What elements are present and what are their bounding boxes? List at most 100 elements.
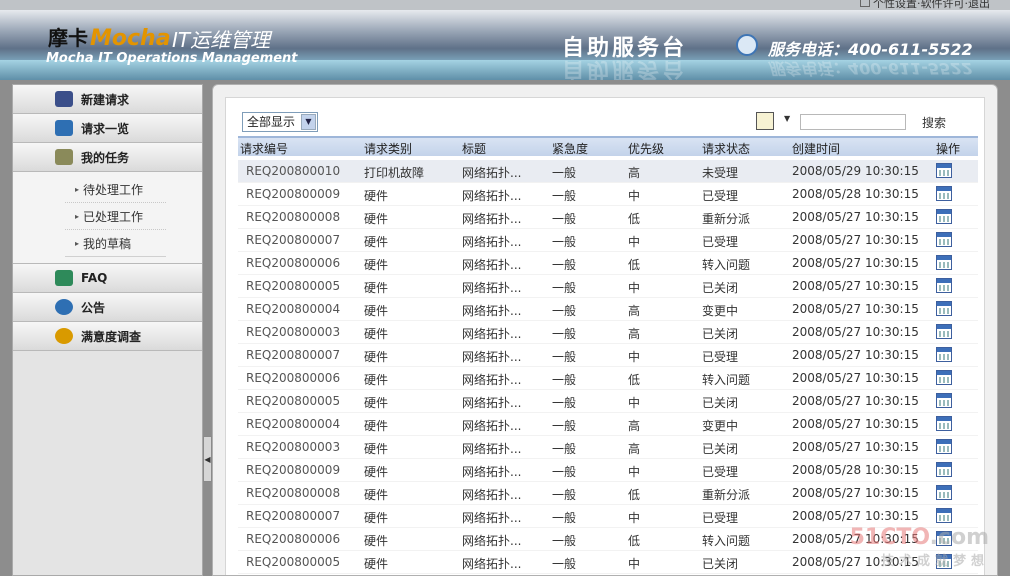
chevron-down-icon[interactable]: ▼ [301, 114, 316, 130]
view-details-icon[interactable] [936, 324, 952, 339]
cell-category: 硬件 [364, 327, 389, 341]
content-area: 全部显示 ▼ ▼ 搜索 请求编号 请求类别 标题 紧急度 优先级 请求状态 创建时… [225, 97, 985, 575]
cell-category: 硬件 [364, 488, 389, 502]
top-links[interactable]: 个性设置·软件许可·退出 [860, 0, 990, 10]
cell-priority: 中 [628, 350, 641, 364]
view-details-icon[interactable] [936, 186, 952, 201]
table-row[interactable]: REQ200800003 硬件 网络拓扑... 一般 高 已关闭 2008/05/27 10… [238, 436, 978, 459]
header-banner: 摩卡Mocha IT运维管理 Mocha IT Operations Manag… [0, 10, 1010, 80]
table-row[interactable]: REQ200800007 硬件 网络拓扑... 一般 中 已受理 2008/05/27 10… [238, 344, 978, 367]
col-header-category[interactable]: 请求类别 [364, 140, 412, 157]
table-row[interactable]: REQ200800006 硬件 网络拓扑... 一般 低 转入问题 2008/05/27 1… [238, 252, 978, 275]
cell-priority: 低 [628, 488, 641, 502]
cell-category: 硬件 [364, 212, 389, 226]
cell-request-id: REQ200800005 [246, 394, 341, 408]
cell-priority: 低 [628, 212, 641, 226]
sidebar-subitem-pending[interactable]: ▸ 待处理工作 [65, 176, 166, 203]
cell-category: 硬件 [364, 396, 389, 410]
cell-title: 网络拓扑... [462, 488, 522, 502]
sidebar-item-new-request[interactable]: 新建请求 [13, 85, 202, 114]
view-details-icon[interactable] [936, 347, 952, 362]
view-details-icon[interactable] [936, 232, 952, 247]
cell-urgency: 一般 [552, 212, 577, 226]
table-row[interactable]: REQ200800008 硬件 网络拓扑... 一般 低 重新分派 2008/05/27 1… [238, 206, 978, 229]
my-task-icon [55, 149, 73, 165]
search-icon[interactable] [756, 112, 774, 130]
view-details-icon[interactable] [936, 301, 952, 316]
top-links-text[interactable]: 个性设置·软件许可·退出 [873, 0, 990, 10]
cell-category: 硬件 [364, 442, 389, 456]
table-row[interactable]: REQ200800006 硬件 网络拓扑... 一般 低 转入问题 2008/05/27 1… [238, 367, 978, 390]
view-details-icon[interactable] [936, 416, 952, 431]
view-details-icon[interactable] [936, 393, 952, 408]
cell-urgency: 一般 [552, 396, 577, 410]
col-header-priority[interactable]: 优先级 [628, 140, 664, 157]
search-button[interactable]: 搜索 [922, 114, 946, 131]
view-details-icon[interactable] [936, 508, 952, 523]
col-header-urgency[interactable]: 紧急度 [552, 140, 588, 157]
table-row[interactable]: REQ200800003 硬件 网络拓扑... 一般 高 已关闭 2008/05/27 10… [238, 321, 978, 344]
cell-status: 已关闭 [702, 396, 739, 410]
sidebar-collapse-handle[interactable]: ◀ [203, 436, 212, 482]
col-header-id[interactable]: 请求编号 [240, 140, 288, 157]
col-header-created[interactable]: 创建时间 [792, 140, 840, 157]
table-row[interactable]: REQ200800004 硬件 网络拓扑... 一般 高 变更中 2008/05/27 10… [238, 413, 978, 436]
view-details-icon[interactable] [936, 209, 952, 224]
sidebar-item-announcement[interactable]: 公告 [13, 293, 202, 322]
watermark-com: .com [929, 525, 989, 550]
view-details-icon[interactable] [936, 439, 952, 454]
cell-priority: 高 [628, 304, 641, 318]
sidebar-subitem-processed[interactable]: ▸ 已处理工作 [65, 203, 166, 230]
cell-status: 转入问题 [702, 258, 751, 272]
sidebar-subitem-drafts[interactable]: ▸ 我的草稿 [65, 230, 166, 257]
table-row[interactable]: REQ200800008 硬件 网络拓扑... 一般 低 重新分派 2008/05/27 1… [238, 482, 978, 505]
cell-status: 变更中 [702, 304, 739, 318]
sidebar-item-survey[interactable]: 满意度调查 [13, 322, 202, 351]
cell-title: 网络拓扑... [462, 258, 522, 272]
sidebar: 新建请求 请求一览 我的任务 ▸ 待处理工作 ▸ 已处理工作 ▸ 我的草稿 FAQ 公… [12, 84, 203, 576]
cell-status: 已关闭 [702, 557, 739, 571]
cell-request-id: REQ200800007 [246, 233, 341, 247]
table-row[interactable]: REQ200800004 硬件 网络拓扑... 一般 高 变更中 2008/05/27 10… [238, 298, 978, 321]
cell-request-id: REQ200800005 [246, 279, 341, 293]
announcement-icon [55, 299, 73, 315]
sidebar-item-label: FAQ [81, 271, 108, 285]
col-header-title[interactable]: 标题 [462, 140, 486, 157]
view-details-icon[interactable] [936, 278, 952, 293]
search-input[interactable] [800, 114, 906, 130]
search-options-dropdown-icon[interactable]: ▼ [784, 114, 790, 123]
view-details-icon[interactable] [936, 462, 952, 477]
request-table: REQ200800010 打印机故障 网络拓扑... 一般高未受理 2008/05/29… [238, 160, 978, 574]
arrow-right-icon: ▸ [75, 238, 80, 248]
cell-created: 2008/05/27 10:30:15 [792, 486, 919, 500]
table-row[interactable]: REQ200800007 硬件 网络拓扑... 一般 中 已受理 2008/05/27 10… [238, 229, 978, 252]
cell-priority: 高 [628, 442, 641, 456]
cell-urgency: 一般 [552, 488, 577, 502]
cell-category: 硬件 [364, 511, 389, 525]
sidebar-item-my-tasks[interactable]: 我的任务 [13, 143, 202, 172]
cell-title: 网络拓扑... [462, 189, 522, 203]
cell-urgency: 一般 [552, 350, 577, 364]
view-details-icon[interactable] [936, 255, 952, 270]
cell-created: 2008/05/27 10:30:15 [792, 509, 919, 523]
table-row[interactable]: REQ200800009 硬件 网络拓扑... 一般 中 已受理 2008/05/28 10… [238, 459, 978, 482]
col-header-status[interactable]: 请求状态 [702, 140, 750, 157]
cell-request-id: REQ200800004 [246, 302, 341, 316]
table-row[interactable]: REQ200800009 硬件 网络拓扑... 一般 中 已受理 2008/05/28 10… [238, 183, 978, 206]
cell-urgency: 一般 [552, 235, 577, 249]
table-row[interactable]: REQ200800005 硬件 网络拓扑... 一般 中 已关闭 2008/05/27 10… [238, 390, 978, 413]
subitem-label: 待处理工作 [83, 182, 144, 197]
sidebar-item-faq[interactable]: FAQ [13, 264, 202, 293]
cell-title: 网络拓扑... [462, 396, 522, 410]
cell-urgency: 一般 [552, 327, 577, 341]
table-row[interactable]: REQ200800005 硬件 网络拓扑... 一般 中 已关闭 2008/05/27 10… [238, 275, 978, 298]
logo-english: Mocha IT Operations Management [46, 51, 298, 66]
view-details-icon[interactable] [936, 485, 952, 500]
watermark-51: 51 [849, 525, 881, 550]
table-row[interactable]: REQ200800010 打印机故障 网络拓扑... 一般 高 未受理 2008/05/29… [238, 160, 978, 183]
sidebar-item-request-list[interactable]: 请求一览 [13, 114, 202, 143]
view-details-icon[interactable] [936, 370, 952, 385]
filter-select[interactable]: 全部显示 ▼ [242, 112, 318, 132]
view-details-icon[interactable] [936, 163, 952, 178]
cell-status: 未受理 [702, 166, 739, 180]
